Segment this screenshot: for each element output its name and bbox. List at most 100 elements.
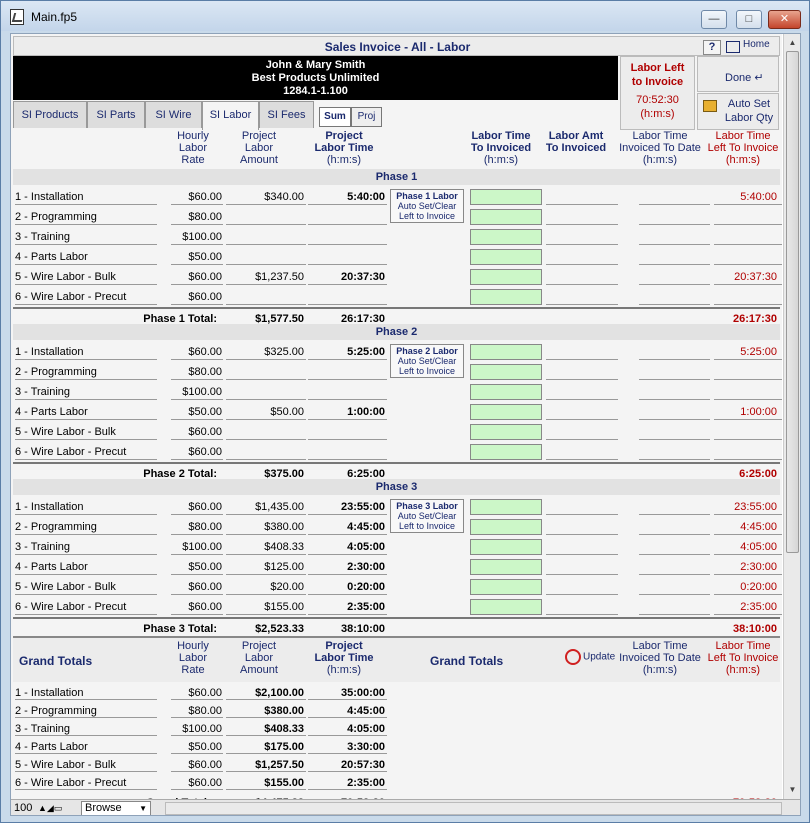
labor-time-to-invoice-input[interactable] xyxy=(470,189,542,205)
labor-time-to-invoice-input[interactable] xyxy=(470,579,542,595)
labor-time-to-invoice-input[interactable] xyxy=(470,424,542,440)
vertical-scrollbar[interactable]: ▲ ▼ xyxy=(783,34,800,799)
labor-time-to-invoice-input[interactable] xyxy=(470,519,542,535)
labor-type-name: 6 - Wire Labor - Precut xyxy=(15,777,127,789)
labor-time-to-invoice-input[interactable] xyxy=(470,209,542,225)
mode-select[interactable]: Browse ▼ xyxy=(81,801,151,815)
tab-si-parts[interactable]: SI Parts xyxy=(87,101,145,128)
labor-rate: $80.00 xyxy=(188,366,222,378)
grand-total-row: 3 - Training $100.00 $408.33 4:05:00 xyxy=(13,720,780,738)
tab-si-labor[interactable]: SI Labor xyxy=(202,101,259,130)
row-underline xyxy=(171,789,223,790)
labor-time-left: 4:45:00 xyxy=(740,521,777,533)
row-underline xyxy=(171,574,223,575)
labor-type-name: 6 - Wire Labor - Precut xyxy=(15,446,127,458)
labor-rate: $60.00 xyxy=(188,291,222,303)
help-button[interactable]: ? xyxy=(703,40,721,55)
row-underline xyxy=(308,735,387,736)
labor-amount: $50.00 xyxy=(270,406,304,418)
labor-rate: $60.00 xyxy=(188,759,222,771)
col-rate-line1: Hourly xyxy=(177,130,209,142)
zoom-level[interactable]: 100 xyxy=(14,802,32,814)
close-button[interactable]: ✕ xyxy=(768,10,801,29)
tab-proj[interactable]: Proj xyxy=(351,107,382,127)
table-row: 2 - Programming $80.00 xyxy=(13,362,782,382)
row-underline xyxy=(639,399,710,400)
labor-time-left: 23:55:00 xyxy=(734,501,777,513)
labor-time-to-invoice-input[interactable] xyxy=(470,249,542,265)
labor-rate: $60.00 xyxy=(188,346,222,358)
gt-time-line2: Labor Time xyxy=(314,652,374,664)
update-button[interactable]: Update xyxy=(565,649,615,665)
row-underline xyxy=(308,264,387,265)
scroll-thumb[interactable] xyxy=(786,51,799,553)
labor-time-to-invoice-input[interactable] xyxy=(470,364,542,380)
row-underline xyxy=(546,359,618,360)
labor-time-to-invoice-input[interactable] xyxy=(470,289,542,305)
row-underline xyxy=(308,554,387,555)
table-row: 2 - Programming $80.00 xyxy=(13,207,782,227)
labor-time: 2:35:00 xyxy=(347,777,385,789)
labor-time-to-invoice-input[interactable] xyxy=(470,499,542,515)
col-tia-line1: Labor Amt xyxy=(548,130,604,142)
scroll-up-icon[interactable]: ▲ xyxy=(784,34,800,51)
labor-amount: $155.00 xyxy=(264,777,304,789)
scroll-down-icon[interactable]: ▼ xyxy=(784,781,800,798)
labor-time-left: 2:30:00 xyxy=(740,561,777,573)
home-button[interactable]: Home xyxy=(726,39,780,56)
row-underline xyxy=(15,359,157,360)
labor-time-to-invoice-input[interactable] xyxy=(470,539,542,555)
row-underline xyxy=(639,284,710,285)
row-underline xyxy=(171,614,223,615)
minimize-button[interactable]: — xyxy=(701,10,727,29)
row-underline xyxy=(308,574,387,575)
col-tit-line2: To Invoiced xyxy=(470,142,532,154)
gt-itd-line3: (h:m:s) xyxy=(642,664,678,676)
labor-type-name: 2 - Programming xyxy=(15,211,97,223)
row-underline xyxy=(714,594,782,595)
row-underline xyxy=(15,514,157,515)
zoom-icon[interactable]: ▲◢▭ xyxy=(38,803,62,814)
labor-time-to-invoice-input[interactable] xyxy=(470,384,542,400)
labor-rate: $100.00 xyxy=(182,386,222,398)
row-underline xyxy=(639,594,710,595)
row-underline xyxy=(226,264,306,265)
invoice-number: 1284.1-1.100 xyxy=(283,85,348,97)
row-underline xyxy=(308,379,387,380)
row-underline xyxy=(15,439,157,440)
row-underline xyxy=(15,224,157,225)
labor-time-to-invoice-input[interactable] xyxy=(470,599,542,615)
tab-si-products[interactable]: SI Products xyxy=(13,101,87,128)
title-bar: Main.fp5 — □ ✕ xyxy=(1,1,809,31)
row-underline xyxy=(546,399,618,400)
labor-time-to-invoice-input[interactable] xyxy=(470,344,542,360)
labor-time-to-invoice-input[interactable] xyxy=(470,269,542,285)
row-underline xyxy=(15,753,157,754)
labor-rate: $50.00 xyxy=(188,251,222,263)
labor-time-to-invoice-input[interactable] xyxy=(470,444,542,460)
labor-time-to-invoice-input[interactable] xyxy=(470,404,542,420)
tab-si-wire[interactable]: SI Wire xyxy=(145,101,202,128)
row-underline xyxy=(714,264,782,265)
tab-sum[interactable]: Sum xyxy=(319,107,351,127)
row-underline xyxy=(714,439,782,440)
row-underline xyxy=(308,399,387,400)
maximize-button[interactable]: □ xyxy=(736,10,762,29)
row-underline xyxy=(308,204,387,205)
labor-type-name: 1 - Installation xyxy=(15,346,84,358)
refresh-icon xyxy=(565,649,581,665)
row-underline xyxy=(714,459,782,460)
tab-si-fees[interactable]: SI Fees xyxy=(259,101,314,128)
labor-time-to-invoice-input[interactable] xyxy=(470,229,542,245)
row-underline xyxy=(639,514,710,515)
col-itd-line3: (h:m:s) xyxy=(642,154,678,166)
auto-set-labor-qty-button[interactable]: Auto Set Labor Qty xyxy=(697,93,779,130)
done-button[interactable]: Done ↵ xyxy=(697,56,779,92)
labor-time: 5:25:00 xyxy=(347,346,385,358)
col-rate-line2: Labor xyxy=(178,142,208,154)
labor-time-to-invoice-input[interactable] xyxy=(470,559,542,575)
row-underline xyxy=(171,753,223,754)
horizontal-scrollbar[interactable] xyxy=(165,802,782,815)
labor-time: 2:35:00 xyxy=(347,601,385,613)
labor-time-left: 0:20:00 xyxy=(740,581,777,593)
